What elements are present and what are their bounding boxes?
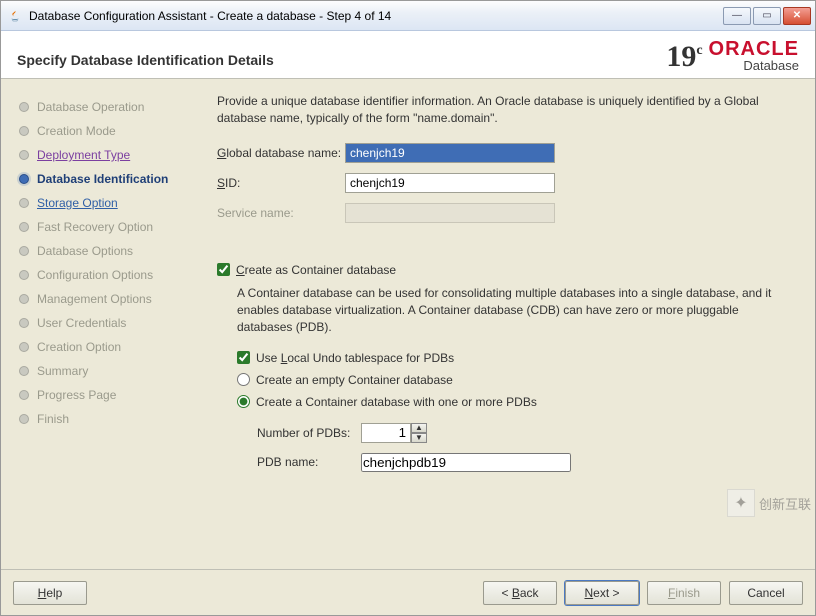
pdb-name-input[interactable] — [361, 453, 571, 472]
oracle-brand: 19c ORACLE Database — [666, 39, 799, 72]
pdb-name-label: PDB name: — [257, 455, 361, 469]
wizard-window: Database Configuration Assistant - Creat… — [0, 0, 816, 616]
service-input — [345, 203, 555, 223]
cdb-with-pdb-row: Create a Container database with one or … — [237, 395, 795, 409]
empty-cdb-radio[interactable] — [237, 373, 250, 386]
window-buttons: — ▭ ✕ — [723, 7, 811, 25]
cancel-button[interactable]: Cancel — [729, 581, 803, 605]
instruction-text: Provide a unique database identifier inf… — [217, 93, 795, 127]
cdb-with-pdb-label: Create a Container database with one or … — [256, 395, 537, 409]
empty-cdb-label: Create an empty Container database — [256, 373, 453, 387]
sidebar-item-management-options: Management Options — [19, 287, 199, 311]
wizard-header: Specify Database Identification Details … — [1, 31, 815, 79]
service-row: Service name: — [217, 203, 795, 223]
sidebar-item-progress: Progress Page — [19, 383, 199, 407]
sidebar-item-config-options: Configuration Options — [19, 263, 199, 287]
watermark-icon: ✦ — [727, 489, 755, 517]
sidebar-item-database-operation: Database Operation — [19, 95, 199, 119]
cdb-with-pdb-radio[interactable] — [237, 395, 250, 408]
global-db-row: Global database name: — [217, 143, 795, 163]
global-db-input[interactable] — [345, 143, 555, 163]
sidebar-item-finish: Finish — [19, 407, 199, 431]
finish-button: Finish — [647, 581, 721, 605]
wizard-sidebar: Database Operation Creation Mode Deploym… — [9, 89, 205, 561]
brand-version: 19c — [666, 42, 702, 72]
back-button[interactable]: < Back — [483, 581, 557, 605]
local-undo-label: Use Local Undo tablespace for PDBs — [256, 351, 454, 365]
watermark: ✦ 创新互联 — [727, 489, 811, 517]
watermark-text: 创新互联 — [759, 494, 811, 513]
num-pdbs-input[interactable] — [361, 423, 411, 443]
sid-row: SID: — [217, 173, 795, 193]
maximize-button[interactable]: ▭ — [753, 7, 781, 25]
container-description: A Container database can be used for con… — [237, 285, 795, 337]
java-icon — [7, 8, 23, 24]
sidebar-item-user-credentials: User Credentials — [19, 311, 199, 335]
num-pdbs-label: Number of PDBs: — [257, 426, 361, 440]
pdb-name-row: PDB name: — [257, 453, 795, 472]
wizard-content: Provide a unique database identifier inf… — [205, 89, 807, 561]
global-db-label: Global database name: — [217, 146, 345, 160]
sidebar-item-storage-option[interactable]: Storage Option — [19, 191, 199, 215]
empty-cdb-row: Create an empty Container database — [237, 373, 795, 387]
sidebar-item-summary: Summary — [19, 359, 199, 383]
titlebar: Database Configuration Assistant - Creat… — [1, 1, 815, 31]
close-button[interactable]: ✕ — [783, 7, 811, 25]
spinner-down-button[interactable]: ▼ — [411, 433, 427, 443]
service-label: Service name: — [217, 206, 345, 220]
next-button[interactable]: Next > — [565, 581, 639, 605]
sid-label: SID: — [217, 176, 345, 190]
sidebar-item-database-identification[interactable]: Database Identification — [19, 167, 199, 191]
local-undo-checkbox[interactable] — [237, 351, 250, 364]
sid-input[interactable] — [345, 173, 555, 193]
num-pdbs-spinner: ▲ ▼ — [411, 423, 427, 443]
create-container-label: Create as Container database — [236, 263, 396, 277]
brand-oracle: ORACLE — [709, 39, 799, 59]
create-container-row: Create as Container database — [217, 263, 795, 277]
sidebar-item-creation-option: Creation Option — [19, 335, 199, 359]
window-title: Database Configuration Assistant - Creat… — [29, 9, 723, 23]
create-container-checkbox[interactable] — [217, 263, 230, 276]
spinner-up-button[interactable]: ▲ — [411, 423, 427, 433]
minimize-button[interactable]: — — [723, 7, 751, 25]
sidebar-item-creation-mode: Creation Mode — [19, 119, 199, 143]
page-title: Specify Database Identification Details — [17, 52, 666, 72]
wizard-footer: Help < Back Next > Finish Cancel — [1, 569, 815, 615]
help-button[interactable]: Help — [13, 581, 87, 605]
sidebar-item-fast-recovery: Fast Recovery Option — [19, 215, 199, 239]
local-undo-row: Use Local Undo tablespace for PDBs — [237, 351, 795, 365]
sidebar-item-database-options: Database Options — [19, 239, 199, 263]
wizard-body: Database Operation Creation Mode Deploym… — [1, 79, 815, 569]
num-pdbs-row: Number of PDBs: ▲ ▼ — [257, 423, 795, 443]
sidebar-item-deployment-type[interactable]: Deployment Type — [19, 143, 199, 167]
container-section: Create as Container database A Container… — [217, 263, 795, 482]
brand-database: Database — [743, 59, 799, 72]
